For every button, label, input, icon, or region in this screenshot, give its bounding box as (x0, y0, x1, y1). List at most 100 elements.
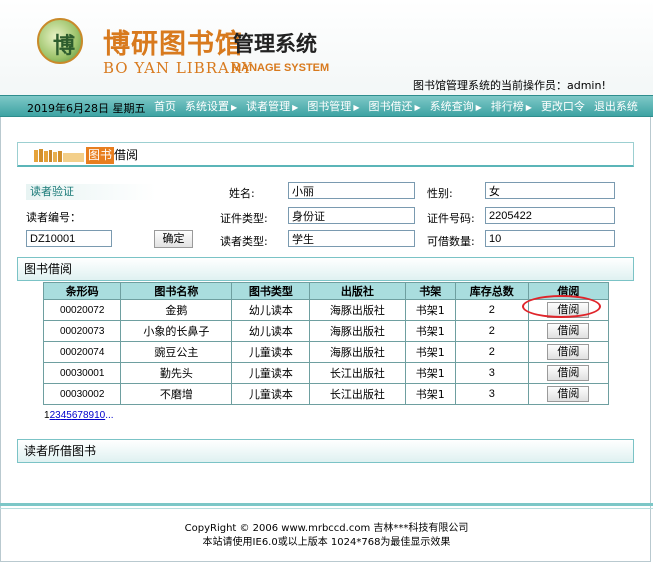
nav-item-label: 首页 (154, 100, 176, 113)
section-label-highlight: 图书 (86, 147, 114, 164)
cert-type-field[interactable] (288, 207, 415, 224)
table-row: 00020074 豌豆公主 儿童读本 海豚出版社 书架1 2 借阅 (42, 341, 610, 363)
cell-action: 借阅 (527, 362, 610, 384)
logo-system-en: MANAGE SYSTEM (232, 62, 330, 74)
borrowed-panel-title: 读者所借图书 (17, 439, 634, 463)
table-row: 00020073 小象的长鼻子 幼儿读本 海豚出版社 书架1 2 借阅 (42, 320, 610, 342)
borrow-limit-label: 可借数量: (427, 235, 475, 248)
main-nav: 2019年6月28日 星期五 首页 系统设置 ▶ 读者管理 ▶ 图书管理 ▶ 图书借还 ▶ 系统查… (0, 95, 653, 117)
table-body: 00020072 金鹅 幼儿读本 海豚出版社 书架1 2 借阅 00020073 小象的长鼻子幼… (42, 299, 610, 405)
nav-arrow-icon: ▶ (475, 103, 482, 112)
cell-stock: 3 (454, 383, 529, 405)
footer-divider-thin (0, 508, 653, 509)
cell-stock: 3 (454, 362, 529, 384)
reader-verify-title: 读者验证 (26, 184, 156, 200)
column-header: 图书类型 (231, 282, 311, 300)
cell-barcode: 00030002 (42, 383, 122, 405)
nav-menu: 首页 系统设置 ▶ 读者管理 ▶ 图书管理 ▶ 图书借还 ▶ 系统查询 ▶ 排行榜 ▶ 更改口令 退出系统 (154, 96, 647, 117)
nav-arrow-icon: ▶ (525, 103, 532, 112)
nav-arrow-icon: ▶ (353, 103, 360, 112)
cell-stock: 2 (454, 320, 529, 342)
borrow-limit-field[interactable] (485, 230, 615, 247)
browser-advice: 本站请使用IE6.0或以上版本 1024*768为最佳显示效果 (202, 537, 451, 548)
gender-field[interactable] (485, 182, 615, 199)
cell-shelf: 书架1 (404, 299, 456, 321)
nav-item[interactable]: 退出系统 (594, 96, 638, 117)
cell-shelf: 书架1 (404, 383, 456, 405)
nav-item[interactable]: 更改口令 (541, 96, 585, 117)
header-banner: 博 博研图书馆 管理系统 BO YAN LIBRARY MANAGE SYSTE… (0, 0, 653, 95)
column-header: 库存总数 (454, 282, 529, 300)
cell-name: 勤先头 (120, 362, 233, 384)
nav-arrow-icon: ▶ (292, 103, 299, 112)
cell-barcode: 00020072 (42, 299, 122, 321)
cell-shelf: 书架1 (404, 341, 456, 363)
books-icon (34, 149, 84, 162)
cell-barcode: 00030001 (42, 362, 122, 384)
cell-action: 借阅 (527, 341, 610, 363)
nav-item[interactable]: 首页 (154, 96, 176, 117)
cell-name: 小象的长鼻子 (120, 320, 233, 342)
cell-barcode: 00020073 (42, 320, 122, 342)
logo-system-cn: 管理系统 (233, 32, 317, 56)
nav-item[interactable]: 系统查询 ▶ (430, 96, 482, 117)
cell-type: 幼儿读本 (231, 320, 311, 342)
cell-action: 借阅 (527, 383, 610, 405)
cell-shelf: 书架1 (404, 362, 456, 384)
column-header: 出版社 (309, 282, 406, 300)
book-table: 条形码 图书名称 图书类型 出版社 书架 库存总数 借阅 00020072 金鹅 幼儿读本 海豚出… (42, 282, 610, 405)
cert-no-label: 证件号码: (427, 212, 475, 225)
nav-item-label: 系统查询 (429, 100, 474, 113)
column-header: 条形码 (42, 282, 122, 300)
cell-publisher: 长江出版社 (309, 383, 406, 405)
name-field[interactable] (288, 182, 415, 199)
nav-item[interactable]: 图书借还 ▶ (368, 96, 420, 117)
cell-name: 金鹅 (120, 299, 233, 321)
logo-brand-en: BO YAN LIBRARY (103, 59, 253, 77)
borrow-button[interactable]: 借阅 (547, 323, 590, 339)
column-header: 书架 (404, 282, 456, 300)
reader-type-field[interactable] (288, 230, 415, 247)
footer-divider (0, 503, 653, 506)
cell-type: 儿童读本 (231, 362, 311, 384)
cell-publisher: 海豚出版社 (309, 320, 406, 342)
nav-item[interactable]: 系统设置 ▶ (185, 96, 237, 117)
section-title-bar: 图书 借阅 (17, 142, 634, 167)
page-more-link[interactable]: ... (105, 410, 113, 421)
nav-item[interactable]: 图书管理 ▶ (307, 96, 359, 117)
pagination: 12345678910... (44, 410, 114, 421)
reader-type-label: 读者类型: (220, 235, 268, 248)
nav-item-label: 更改口令 (540, 100, 585, 113)
cell-barcode: 00020074 (42, 341, 122, 363)
name-label: 姓名: (229, 187, 255, 200)
current-date: 2019年6月28日 星期五 (27, 102, 146, 115)
cell-type: 儿童读本 (231, 341, 311, 363)
column-header: 借阅 (527, 282, 610, 300)
current-operator: 图书馆管理系统的当前操作员：admin! (413, 79, 606, 92)
cell-stock: 2 (454, 299, 529, 321)
cell-name: 不磨增 (120, 383, 233, 405)
nav-item[interactable]: 排行榜 ▶ (491, 96, 532, 117)
nav-item-label: 退出系统 (593, 100, 638, 113)
nav-arrow-icon: ▶ (414, 103, 421, 112)
logo-brand-cn: 博研图书馆 (103, 29, 243, 60)
confirm-button[interactable]: 确定 (154, 230, 193, 248)
cert-type-label: 证件类型: (220, 212, 268, 225)
nav-item-label: 读者管理 (246, 100, 291, 113)
borrow-button[interactable]: 借阅 (547, 344, 590, 360)
reader-id-input[interactable] (26, 230, 112, 247)
cell-publisher: 长江出版社 (309, 362, 406, 384)
nav-item-label: 图书管理 (307, 100, 352, 113)
borrow-button[interactable]: 借阅 (547, 365, 590, 381)
page-link[interactable]: 10 (94, 410, 105, 421)
logo-badge-glyph: 博 (53, 33, 76, 59)
borrow-button[interactable]: 借阅 (547, 302, 590, 318)
cell-name: 豌豆公主 (120, 341, 233, 363)
nav-item-label: 系统设置 (185, 100, 229, 113)
cell-publisher: 海豚出版社 (309, 341, 406, 363)
nav-item-label: 图书借还 (368, 100, 413, 113)
nav-item[interactable]: 读者管理 ▶ (246, 96, 298, 117)
gender-label: 性别: (427, 187, 453, 200)
borrow-button[interactable]: 借阅 (547, 386, 590, 402)
cert-no-field[interactable] (485, 207, 615, 224)
